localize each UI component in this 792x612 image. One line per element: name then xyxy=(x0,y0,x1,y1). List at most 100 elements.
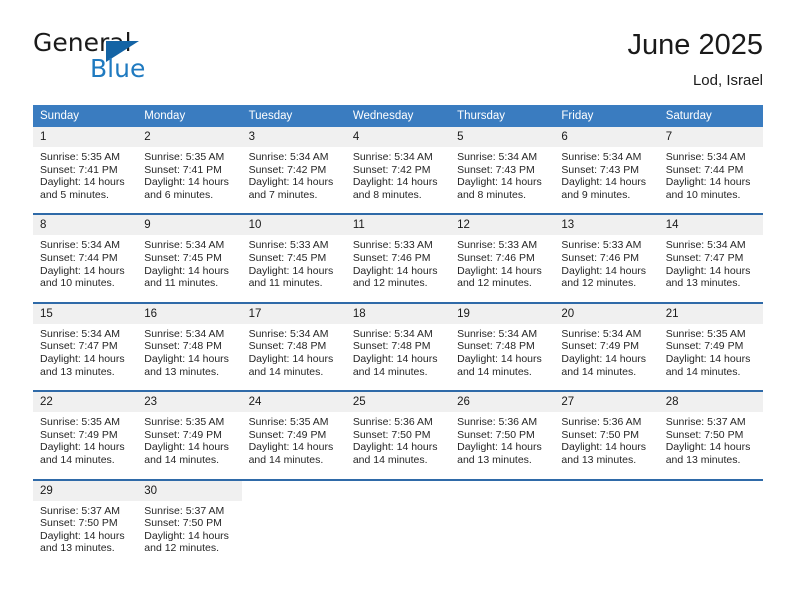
day-cell[interactable]: Sunrise: 5:33 AM Sunset: 7:46 PM Dayligh… xyxy=(450,235,555,303)
sunset-text: Sunset: 7:45 PM xyxy=(248,251,327,264)
sunset-text: Sunset: 7:41 PM xyxy=(144,163,222,176)
sunrise-text: Sunrise: 5:34 AM xyxy=(665,239,746,252)
daylight-text-line2: and 14 minutes. xyxy=(457,365,532,378)
day-number[interactable]: 25 xyxy=(345,390,451,413)
day-number[interactable]: 16 xyxy=(137,301,242,324)
day-cell[interactable]: Sunrise: 5:34 AM Sunset: 7:49 PM Dayligh… xyxy=(554,323,659,392)
day-cell[interactable]: Sunrise: 5:34 AM Sunset: 7:44 PM Dayligh… xyxy=(33,235,138,303)
day-cell[interactable]: Sunrise: 5:34 AM Sunset: 7:48 PM Dayligh… xyxy=(241,323,346,392)
day-cell[interactable]: Sunrise: 5:36 AM Sunset: 7:50 PM Dayligh… xyxy=(450,412,555,480)
day-cell[interactable]: Sunrise: 5:34 AM Sunset: 7:48 PM Dayligh… xyxy=(137,323,242,392)
sunrise-text: Sunrise: 5:35 AM xyxy=(248,416,329,429)
day-number[interactable]: 21 xyxy=(658,301,763,324)
sunrise-text: Sunrise: 5:37 AM xyxy=(665,416,746,429)
day-number[interactable]: 15 xyxy=(33,301,138,324)
daylight-text-line2: and 14 minutes. xyxy=(144,453,219,466)
sunrise-text: Sunrise: 5:35 AM xyxy=(40,151,120,163)
day-cell[interactable]: Sunrise: 5:33 AM Sunset: 7:45 PM Dayligh… xyxy=(241,235,346,303)
day-cell[interactable]: Sunrise: 5:37 AM Sunset: 7:50 PM Dayligh… xyxy=(33,500,138,567)
day-number[interactable]: 20 xyxy=(554,301,659,324)
day-number[interactable]: 3 xyxy=(241,127,346,147)
daylight-text-line1: Daylight: 14 hours xyxy=(561,264,647,277)
day-number[interactable]: 1 xyxy=(33,127,138,147)
day-cell[interactable]: Sunrise: 5:36 AM Sunset: 7:50 PM Dayligh… xyxy=(554,412,659,480)
daylight-text-line2: and 14 minutes. xyxy=(352,453,428,466)
sunset-text: Sunset: 7:48 PM xyxy=(248,340,327,353)
day-cell[interactable]: Sunrise: 5:34 AM Sunset: 7:44 PM Dayligh… xyxy=(658,147,763,215)
day-cell[interactable]: Sunrise: 5:35 AM Sunset: 7:49 PM Dayligh… xyxy=(33,412,138,480)
daylight-text-line2: and 14 minutes. xyxy=(248,453,324,466)
day-cell[interactable]: Sunrise: 5:36 AM Sunset: 7:50 PM Dayligh… xyxy=(345,412,451,480)
day-number[interactable]: 13 xyxy=(554,213,659,236)
day-cell[interactable]: Sunrise: 5:33 AM Sunset: 7:46 PM Dayligh… xyxy=(345,235,451,303)
day-number[interactable]: 14 xyxy=(658,213,763,236)
sunrise-text: Sunrise: 5:33 AM xyxy=(457,239,538,252)
day-number[interactable]: 11 xyxy=(345,213,451,236)
sunrise-text: Sunrise: 5:34 AM xyxy=(352,327,433,340)
day-number[interactable]: 12 xyxy=(450,213,555,236)
sunrise-text: Sunrise: 5:36 AM xyxy=(561,416,642,429)
day-number[interactable]: 18 xyxy=(345,301,451,324)
day-number[interactable]: 29 xyxy=(33,478,138,501)
day-cell[interactable]: Sunrise: 5:35 AM Sunset: 7:49 PM Dayligh… xyxy=(658,323,763,392)
daylight-text-line1: Daylight: 14 hours xyxy=(40,529,125,542)
daylight-text-line1: Daylight: 14 hours xyxy=(561,441,647,454)
page-header: General Blue June 2025 Lod, Israel xyxy=(33,28,763,94)
day-number[interactable]: 17 xyxy=(241,301,346,324)
day-number-empty xyxy=(241,478,346,501)
daylight-text-line1: Daylight: 14 hours xyxy=(665,441,751,454)
day-cell[interactable]: Sunrise: 5:34 AM Sunset: 7:48 PM Dayligh… xyxy=(345,323,451,392)
general-blue-logo[interactable]: General Blue xyxy=(33,28,263,90)
daylight-text-line1: Daylight: 14 hours xyxy=(457,441,542,454)
day-cell[interactable]: Sunrise: 5:34 AM Sunset: 7:47 PM Dayligh… xyxy=(33,323,138,392)
day-cell[interactable]: Sunrise: 5:34 AM Sunset: 7:43 PM Dayligh… xyxy=(450,147,555,215)
day-cell[interactable]: Sunrise: 5:37 AM Sunset: 7:50 PM Dayligh… xyxy=(658,412,763,480)
daylight-text-line1: Daylight: 14 hours xyxy=(40,352,125,365)
day-number[interactable]: 4 xyxy=(345,127,451,147)
day-cell[interactable]: Sunrise: 5:34 AM Sunset: 7:43 PM Dayligh… xyxy=(554,147,659,215)
day-number[interactable]: 22 xyxy=(33,390,138,413)
week-3-details: Sunrise: 5:34 AM Sunset: 7:47 PM Dayligh… xyxy=(33,323,763,392)
day-number-empty xyxy=(658,478,763,501)
daylight-text-line2: and 13 minutes. xyxy=(144,365,219,378)
day-number[interactable]: 7 xyxy=(658,127,763,147)
day-cell[interactable]: Sunrise: 5:35 AM Sunset: 7:49 PM Dayligh… xyxy=(137,412,242,480)
daylight-text-line1: Daylight: 14 hours xyxy=(457,352,542,365)
week-2-details: Sunrise: 5:34 AM Sunset: 7:44 PM Dayligh… xyxy=(33,235,763,303)
day-number[interactable]: 6 xyxy=(554,127,659,147)
week-3-daynumbers: 15 16 17 18 19 20 21 xyxy=(33,301,763,324)
day-number[interactable]: 19 xyxy=(450,301,555,324)
day-number[interactable]: 24 xyxy=(241,390,346,413)
day-cell[interactable]: Sunrise: 5:34 AM Sunset: 7:45 PM Dayligh… xyxy=(137,235,242,303)
daylight-text-line1: Daylight: 14 hours xyxy=(457,264,542,277)
day-cell-empty xyxy=(554,500,659,567)
daylight-text-line1: Daylight: 14 hours xyxy=(561,352,647,365)
day-number[interactable]: 8 xyxy=(33,213,138,236)
day-cell[interactable]: Sunrise: 5:37 AM Sunset: 7:50 PM Dayligh… xyxy=(137,500,242,567)
day-number[interactable]: 26 xyxy=(450,390,555,413)
weekday-header-wednesday: Wednesday xyxy=(345,105,451,127)
day-cell[interactable]: Sunrise: 5:34 AM Sunset: 7:47 PM Dayligh… xyxy=(658,235,763,303)
day-cell[interactable]: Sunrise: 5:34 AM Sunset: 7:42 PM Dayligh… xyxy=(345,147,451,215)
daylight-text-line1: Daylight: 14 hours xyxy=(248,441,334,454)
day-cell[interactable]: Sunrise: 5:35 AM Sunset: 7:41 PM Dayligh… xyxy=(137,147,242,215)
sunset-text: Sunset: 7:50 PM xyxy=(665,428,744,441)
daylight-text-line1: Daylight: 14 hours xyxy=(457,176,542,189)
day-number[interactable]: 27 xyxy=(554,390,659,413)
day-number[interactable]: 5 xyxy=(450,127,555,147)
day-number[interactable]: 28 xyxy=(658,390,763,413)
day-number[interactable]: 9 xyxy=(137,213,242,236)
daylight-text-line2: and 11 minutes. xyxy=(248,277,323,290)
day-number[interactable]: 23 xyxy=(137,390,242,413)
day-cell[interactable]: Sunrise: 5:35 AM Sunset: 7:49 PM Dayligh… xyxy=(241,412,346,480)
day-cell[interactable]: Sunrise: 5:34 AM Sunset: 7:42 PM Dayligh… xyxy=(241,147,346,215)
day-number[interactable]: 2 xyxy=(137,127,242,147)
daylight-text-line2: and 14 minutes. xyxy=(665,365,741,378)
day-cell[interactable]: Sunrise: 5:33 AM Sunset: 7:46 PM Dayligh… xyxy=(554,235,659,303)
daylight-text-line1: Daylight: 14 hours xyxy=(352,441,438,454)
day-cell[interactable]: Sunrise: 5:34 AM Sunset: 7:48 PM Dayligh… xyxy=(450,323,555,392)
day-cell[interactable]: Sunrise: 5:35 AM Sunset: 7:41 PM Dayligh… xyxy=(33,147,138,215)
day-number[interactable]: 10 xyxy=(241,213,346,236)
day-number[interactable]: 30 xyxy=(137,478,242,501)
daylight-text-line1: Daylight: 14 hours xyxy=(352,352,438,365)
